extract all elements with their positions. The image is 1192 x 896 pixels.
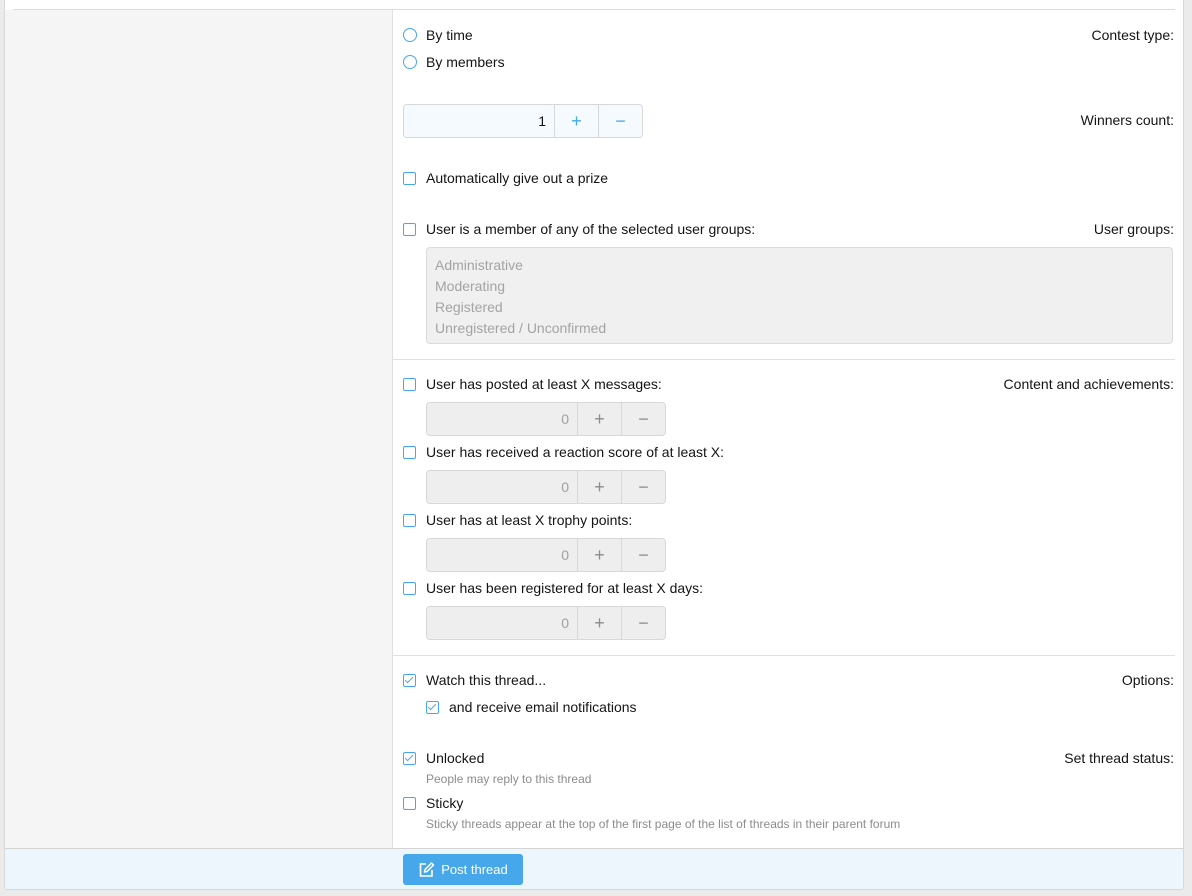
criterion-label[interactable]: User has received a reaction score of at… [426,444,724,460]
section-divider [393,655,1175,656]
registered-days-input[interactable] [427,607,577,639]
section-divider [393,359,1175,360]
sticky-checkbox[interactable] [403,796,416,810]
criterion-registered-days[interactable]: User has been registered for at least X … [403,580,703,596]
unlocked-option[interactable]: Unlocked [403,750,484,766]
plus-icon: + [594,612,605,633]
minus-icon: − [638,544,649,565]
user-groups-checkbox-label[interactable]: User is a member of any of the selected … [426,221,755,237]
decrement-button[interactable]: − [621,607,665,639]
user-groups-option[interactable]: User is a member of any of the selected … [403,221,755,237]
radio-by-time-label[interactable]: By time [426,27,473,43]
winners-count-label: Winners count: [1080,112,1174,128]
radio-by-members[interactable]: By members [403,54,505,70]
watch-thread-label[interactable]: Watch this thread... [426,672,546,688]
minus-icon: − [615,110,626,131]
user-groups-label: User groups: [1093,221,1174,237]
user-groups-listbox[interactable]: Administrative Moderating Registered Unr… [426,247,1173,344]
user-group-option[interactable]: Unregistered / Unconfirmed [435,318,1164,339]
user-group-option[interactable]: Moderating [435,276,1164,297]
criterion-label[interactable]: User has at least X trophy points: [426,512,632,528]
decrement-button[interactable]: − [621,403,665,435]
radio-by-time[interactable]: By time [403,27,473,43]
contest-type-label: Contest type: [1091,27,1175,43]
user-group-option[interactable]: Administrative [435,255,1164,276]
email-notifications-checkbox[interactable] [426,700,439,714]
criterion-checkbox[interactable] [403,581,416,595]
unlocked-label[interactable]: Unlocked [426,750,484,766]
increment-button[interactable]: + [577,607,621,639]
criterion-checkbox[interactable] [403,445,416,459]
trophy-points-stepper: + − [426,538,666,572]
criterion-messages[interactable]: User has posted at least X messages: [403,376,662,392]
options-label: Options: [1121,672,1174,688]
form-footer: Post thread [5,848,1183,889]
post-thread-label: Post thread [441,862,508,877]
decrement-button[interactable]: − [621,471,665,503]
email-notifications-option[interactable]: and receive email notifications [426,699,637,715]
messages-input[interactable] [427,403,577,435]
radio-button[interactable] [403,55,417,69]
auto-prize-label[interactable]: Automatically give out a prize [426,170,608,186]
criterion-label[interactable]: User has posted at least X messages: [426,376,662,392]
plus-icon: + [571,110,582,131]
unlocked-hint: People may reply to this thread [426,772,592,786]
decrement-button[interactable]: − [621,539,665,571]
watch-thread-checkbox[interactable] [403,673,416,687]
decrement-button[interactable]: − [598,105,642,137]
winners-count-input[interactable] [404,105,554,137]
registered-days-stepper: + − [426,606,666,640]
increment-button[interactable]: + [577,539,621,571]
reaction-score-stepper: + − [426,470,666,504]
post-thread-form: Contest type: By time By members Winners… [4,0,1184,890]
unlocked-checkbox[interactable] [403,751,416,765]
post-thread-button[interactable]: Post thread [403,854,523,885]
increment-button[interactable]: + [577,403,621,435]
user-group-option[interactable]: Registered [435,297,1164,318]
criterion-label[interactable]: User has been registered for at least X … [426,580,703,596]
radio-by-members-label[interactable]: By members [426,54,505,70]
sticky-hint: Sticky threads appear at the top of the … [426,817,901,831]
user-groups-checkbox[interactable] [403,222,416,236]
email-notifications-label[interactable]: and receive email notifications [449,699,637,715]
edit-icon [419,862,435,877]
increment-button[interactable]: + [577,471,621,503]
auto-prize-option[interactable]: Automatically give out a prize [403,170,608,186]
auto-prize-checkbox[interactable] [403,171,416,185]
plus-icon: + [594,544,605,565]
messages-stepper: + − [426,402,666,436]
minus-icon: − [638,612,649,633]
reaction-score-input[interactable] [427,471,577,503]
watch-thread-option[interactable]: Watch this thread... [403,672,546,688]
plus-icon: + [594,408,605,429]
winners-count-stepper: + − [403,104,643,138]
label-column [5,10,393,848]
minus-icon: − [638,408,649,429]
increment-button[interactable]: + [554,105,598,137]
criterion-trophy-points[interactable]: User has at least X trophy points: [403,512,632,528]
criterion-checkbox[interactable] [403,513,416,527]
criterion-reaction-score[interactable]: User has received a reaction score of at… [403,444,724,460]
thread-status-label: Set thread status: [1064,750,1174,766]
plus-icon: + [594,476,605,497]
sticky-option[interactable]: Sticky [403,795,463,811]
content-achievements-label: Content and achievements: [1003,376,1174,392]
criterion-checkbox[interactable] [403,377,416,391]
radio-button[interactable] [403,28,417,42]
minus-icon: − [638,476,649,497]
trophy-points-input[interactable] [427,539,577,571]
sticky-label[interactable]: Sticky [426,795,463,811]
